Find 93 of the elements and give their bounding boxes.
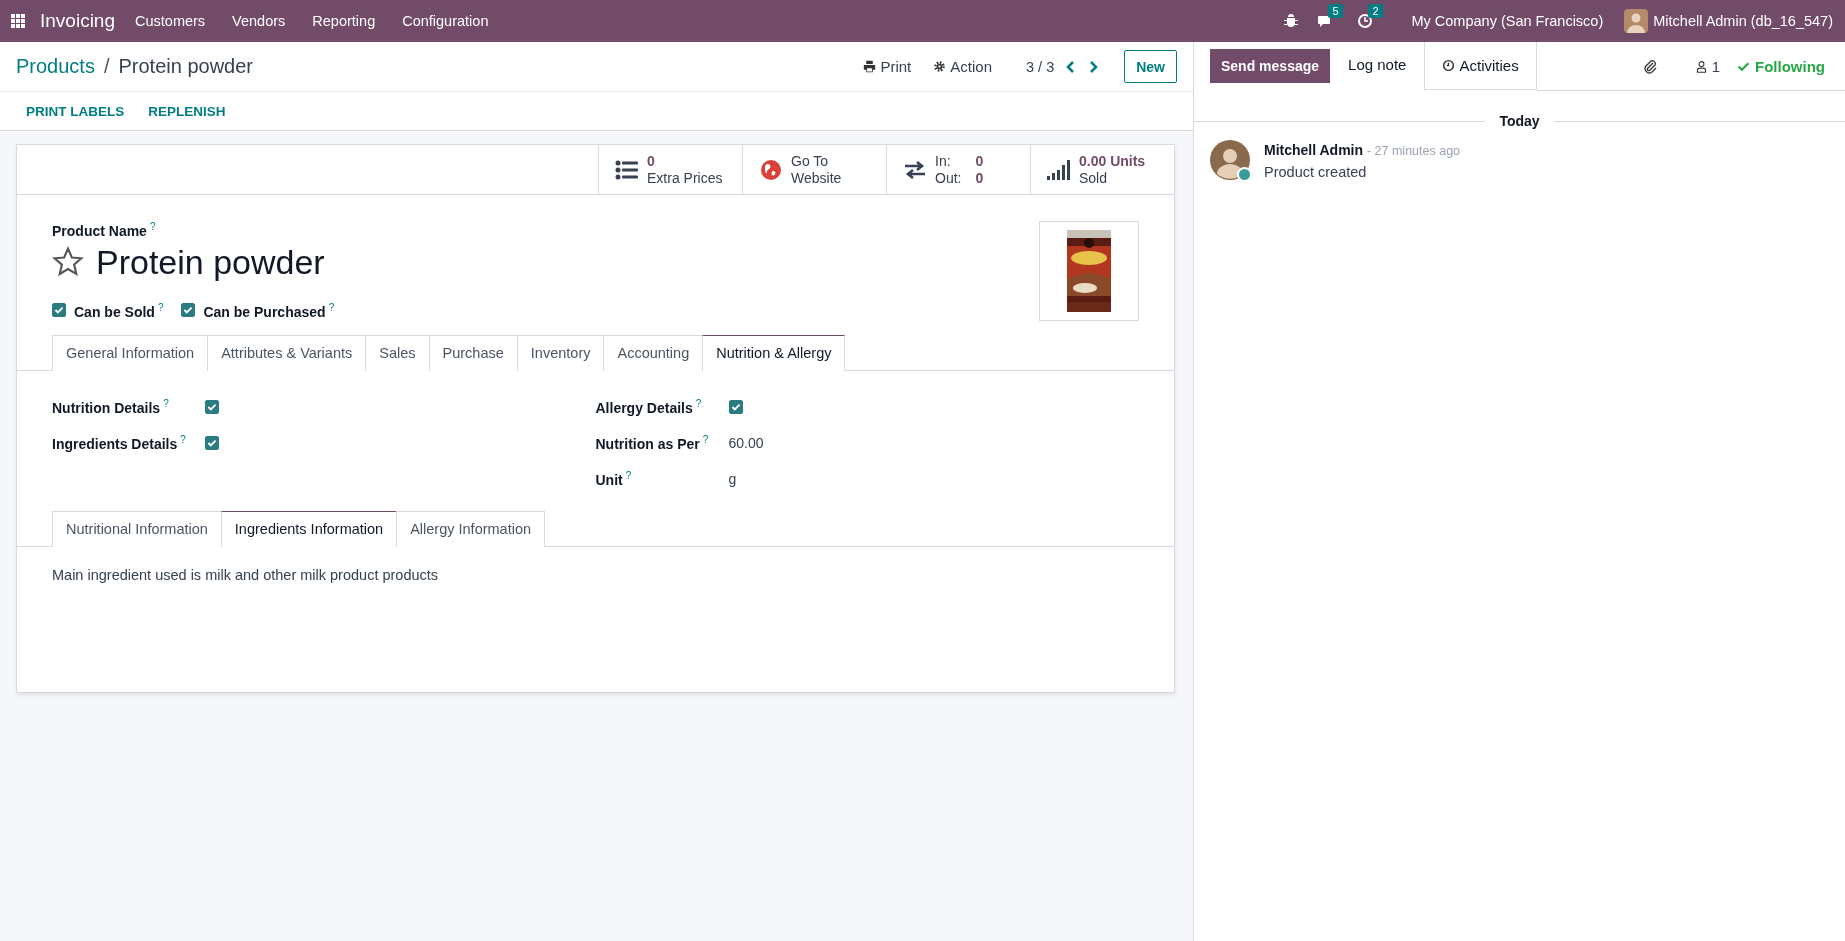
bug-icon[interactable] — [1283, 13, 1300, 29]
tab[interactable]: Nutrition & Allergy — [702, 335, 846, 371]
tab[interactable]: Purchase — [428, 335, 518, 371]
stat-value: 0 — [975, 152, 984, 170]
action-button[interactable]: Action — [933, 58, 992, 75]
image-frame[interactable] — [1039, 221, 1139, 321]
tab[interactable]: Attributes & Variants — [207, 335, 367, 371]
stat-value: 0.00 Units — [1079, 152, 1146, 170]
menu-item[interactable]: Configuration — [402, 13, 489, 29]
breadcrumb-separator: / — [103, 55, 110, 78]
author-avatar — [1210, 140, 1250, 180]
message-body: Product created — [1264, 163, 1368, 182]
checkbox[interactable] — [181, 303, 196, 318]
send-message-button[interactable]: Send message — [1210, 49, 1331, 83]
gear-icon — [933, 60, 947, 73]
user-menu[interactable]: Mitchell Admin (db_16_547) — [1653, 13, 1833, 29]
clock-icon — [1442, 59, 1456, 72]
smart-button[interactable]: 0 Extra Prices — [598, 145, 742, 194]
field-label: Nutrition as Per — [595, 435, 700, 452]
tab[interactable]: General Information — [52, 335, 209, 371]
checkbox[interactable] — [728, 400, 743, 414]
field-label: Nutrition Details — [52, 399, 161, 416]
product-name[interactable]: Protein powder — [96, 242, 325, 282]
header-button[interactable]: REPLENISH — [136, 103, 238, 119]
stat-label: Sold — [1079, 169, 1109, 187]
stat-value: Go To — [791, 152, 830, 170]
help-tooltip[interactable]: ? — [180, 434, 186, 446]
checkbox[interactable] — [52, 303, 66, 318]
clock-icon[interactable] — [1357, 13, 1374, 29]
help-tooltip[interactable]: ? — [157, 301, 164, 313]
header-button[interactable]: PRINT LABELS — [14, 103, 137, 119]
help-tooltip[interactable]: ? — [625, 470, 632, 482]
app-name[interactable]: Invoicing — [40, 10, 115, 32]
new-button[interactable]: New — [1124, 50, 1177, 83]
activities-button[interactable]: Activities — [1424, 42, 1537, 90]
followers-button[interactable]: 1 — [1694, 57, 1720, 75]
stat-label: Extra Prices — [647, 169, 723, 187]
stat-label: In: — [935, 152, 952, 170]
smart-button[interactable]: Go To Website — [742, 145, 886, 194]
record-title: Protein powder — [118, 55, 254, 78]
date-separator: Today — [1485, 113, 1554, 129]
note-text: Main ingredient used is milk and other milk product products — [52, 567, 440, 583]
apps-menu-icon[interactable] — [11, 13, 26, 29]
print-button[interactable]: Print — [863, 58, 912, 75]
smart-button[interactable]: In: 0 Out: 0 — [886, 145, 1030, 194]
field-value[interactable]: 60.00 — [728, 435, 764, 451]
author-name: Mitchell Admin — [1264, 142, 1364, 158]
signal-bars-icon — [1047, 159, 1071, 180]
favorite-star-icon[interactable] — [52, 246, 84, 279]
stat-value: 0 — [647, 152, 656, 170]
company-switcher[interactable]: My Company (San Francisco) — [1411, 13, 1604, 29]
next-icon[interactable] — [1088, 59, 1099, 74]
globe-icon — [759, 159, 783, 180]
paperclip-icon[interactable] — [1641, 58, 1658, 74]
help-tooltip[interactable]: ? — [702, 434, 709, 446]
user-avatar[interactable] — [1624, 9, 1649, 33]
stat-label: Out: — [935, 169, 962, 187]
menu-item[interactable]: Reporting — [312, 13, 376, 29]
tab[interactable]: Nutritional Information — [52, 511, 222, 547]
tab[interactable]: Accounting — [603, 335, 704, 371]
field-label: Unit — [595, 471, 623, 488]
log-note-button[interactable]: Log note — [1330, 42, 1425, 88]
message-time: - 27 minutes ago — [1366, 144, 1461, 158]
tab[interactable]: Allergy Information — [396, 511, 546, 547]
breadcrumb-link[interactable]: Products — [16, 55, 95, 78]
checkbox[interactable] — [205, 436, 219, 450]
field-value[interactable]: g — [728, 471, 737, 487]
checkbox-label: Can be Sold — [74, 303, 155, 320]
field-label: Allergy Details — [595, 399, 693, 416]
smart-button[interactable]: 0.00 Units Sold — [1030, 145, 1174, 194]
stat-label: Website — [791, 169, 842, 187]
activity-count: 2 — [1368, 4, 1383, 18]
help-tooltip[interactable]: ? — [163, 398, 169, 410]
list-icon — [615, 159, 639, 180]
transfer-icon — [903, 159, 927, 180]
previous-icon[interactable] — [1066, 59, 1077, 74]
printer-icon — [863, 60, 877, 73]
tab[interactable]: Sales — [365, 335, 430, 371]
help-tooltip[interactable]: ? — [149, 221, 156, 232]
menu-item[interactable]: Customers — [135, 13, 206, 29]
message-count: 5 — [1328, 4, 1343, 18]
pager-value: 3 / 3 — [1026, 58, 1055, 75]
checkbox-label: Can be Purchased — [203, 303, 326, 320]
help-tooltip[interactable]: ? — [328, 301, 335, 313]
menu-item[interactable]: Vendors — [232, 13, 286, 29]
tab[interactable]: Ingredients Information — [220, 511, 398, 547]
field-label: Product Name — [52, 222, 147, 239]
checkbox[interactable] — [205, 400, 219, 414]
person-icon — [1694, 59, 1708, 73]
stat-value: 0 — [975, 169, 984, 187]
help-tooltip[interactable]: ? — [695, 398, 702, 410]
tab[interactable]: Inventory — [516, 335, 605, 371]
field-label: Ingredients Details — [52, 435, 178, 452]
